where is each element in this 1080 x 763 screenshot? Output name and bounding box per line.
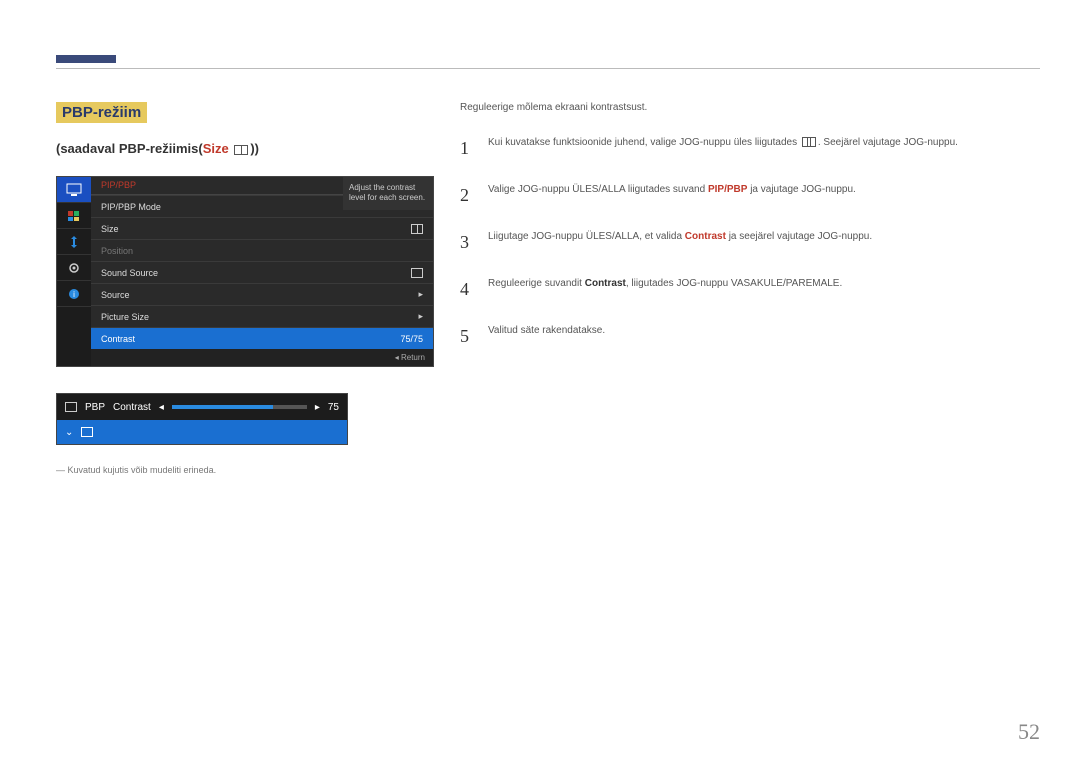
osd-item-source[interactable]: Source ▸: [91, 283, 433, 305]
osd-item-label: Sound Source: [101, 268, 158, 278]
mode-title-badge: PBP-režiim: [56, 102, 147, 123]
step-text: Reguleerige suvandit Contrast, liigutade…: [488, 276, 842, 303]
chevron-down-icon: ⌄: [65, 427, 73, 438]
step-number: 2: [460, 182, 474, 209]
slider-fill: [172, 405, 273, 409]
slider-left-arrow-icon: ◂: [159, 402, 164, 413]
sidebar-icon-display[interactable]: [57, 177, 91, 203]
slider-bottom-bar: ⌄: [57, 420, 347, 444]
osd-item-label: Picture Size: [101, 312, 149, 322]
step-number: 4: [460, 276, 474, 303]
osd-sidebar: i: [57, 177, 91, 366]
screen-icon: [65, 402, 77, 412]
sub-heading-suffix: )): [250, 141, 259, 156]
right-column: Reguleerige mõlema ekraani kontrastsust.…: [460, 102, 1040, 360]
step-number: 3: [460, 229, 474, 256]
osd-item-contrast[interactable]: Contrast 75/75: [91, 327, 433, 349]
osd-item-label: Position: [101, 246, 133, 256]
osd-item-position: Position: [91, 239, 433, 261]
osd-item-sound[interactable]: Sound Source: [91, 261, 433, 283]
step-text: Valitud säte rakendatakse.: [488, 323, 605, 350]
sub-heading: (saadaval PBP-režiimis(Size )): [56, 141, 436, 156]
osd-tooltip: Adjust the contrast level for each scree…: [343, 177, 433, 210]
sidebar-icon-color[interactable]: [57, 203, 91, 229]
slider-left-label: PBP: [85, 402, 105, 413]
chevron-right-icon: ▸: [418, 311, 423, 322]
osd-item-size[interactable]: Size: [91, 217, 433, 239]
header-accent: [56, 55, 116, 63]
single-icon: [411, 268, 423, 278]
step-number: 1: [460, 135, 474, 162]
sidebar-icon-position[interactable]: [57, 229, 91, 255]
footnote: ― Kuvatud kujutis võib mudeliti erineda.: [56, 465, 436, 475]
step-number: 5: [460, 323, 474, 350]
sub-heading-prefix: (saadaval PBP-režiimis(: [56, 141, 203, 156]
step-4: 4 Reguleerige suvandit Contrast, liiguta…: [460, 266, 1040, 313]
pbp-split-icon: [234, 145, 248, 155]
slider-right-arrow-icon: ▸: [315, 402, 320, 413]
contrast-slider-panel: PBP Contrast ◂ ▸ 75 ⌄: [56, 393, 348, 445]
back-arrow-icon: ◂: [395, 353, 399, 362]
slider-row[interactable]: PBP Contrast ◂ ▸ 75: [57, 394, 347, 420]
screen-icon: [81, 427, 93, 437]
left-column: PBP-režiim (saadaval PBP-režiimis(Size )…: [56, 102, 436, 475]
osd-item-value: 75/75: [400, 334, 423, 344]
osd-footer: ◂ Return: [91, 349, 433, 366]
page-number: 52: [1018, 719, 1040, 745]
step-text: Liigutage JOG-nuppu ÜLES/ALLA, et valida…: [488, 229, 872, 256]
slider-value: 75: [328, 402, 339, 413]
step-2: 2 Valige JOG-nuppu ÜLES/ALLA liigutades …: [460, 172, 1040, 219]
step-3: 3 Liigutage JOG-nuppu ÜLES/ALLA, et vali…: [460, 219, 1040, 266]
osd-footer-label: Return: [401, 353, 425, 362]
chevron-right-icon: ▸: [418, 289, 423, 300]
osd-item-label: Contrast: [101, 334, 135, 344]
step-5: 5 Valitud säte rakendatakse.: [460, 313, 1040, 360]
split-icon: [411, 224, 423, 234]
step-text: Valige JOG-nuppu ÜLES/ALLA liigutades su…: [488, 182, 856, 209]
step-1: 1 Kui kuvatakse funktsioonide juhend, va…: [460, 125, 1040, 172]
menu-icon: [802, 137, 816, 147]
svg-text:i: i: [73, 290, 75, 299]
steps-list: 1 Kui kuvatakse funktsioonide juhend, va…: [460, 125, 1040, 360]
osd-menu: Adjust the contrast level for each scree…: [56, 176, 434, 367]
sub-heading-size: Size: [203, 141, 229, 156]
intro-text: Reguleerige mõlema ekraani kontrastsust.: [460, 102, 1040, 113]
osd-item-label: PIP/PBP Mode: [101, 202, 161, 212]
sidebar-icon-settings[interactable]: [57, 255, 91, 281]
osd-item-label: Size: [101, 224, 119, 234]
slider-field-label: Contrast: [113, 402, 151, 413]
sidebar-icon-info[interactable]: i: [57, 281, 91, 307]
slider-track[interactable]: [172, 405, 307, 409]
step-text: Kui kuvatakse funktsioonide juhend, vali…: [488, 135, 958, 162]
osd-item-picsize[interactable]: Picture Size ▸: [91, 305, 433, 327]
osd-item-label: Source: [101, 290, 130, 300]
header-rule: [56, 68, 1040, 69]
